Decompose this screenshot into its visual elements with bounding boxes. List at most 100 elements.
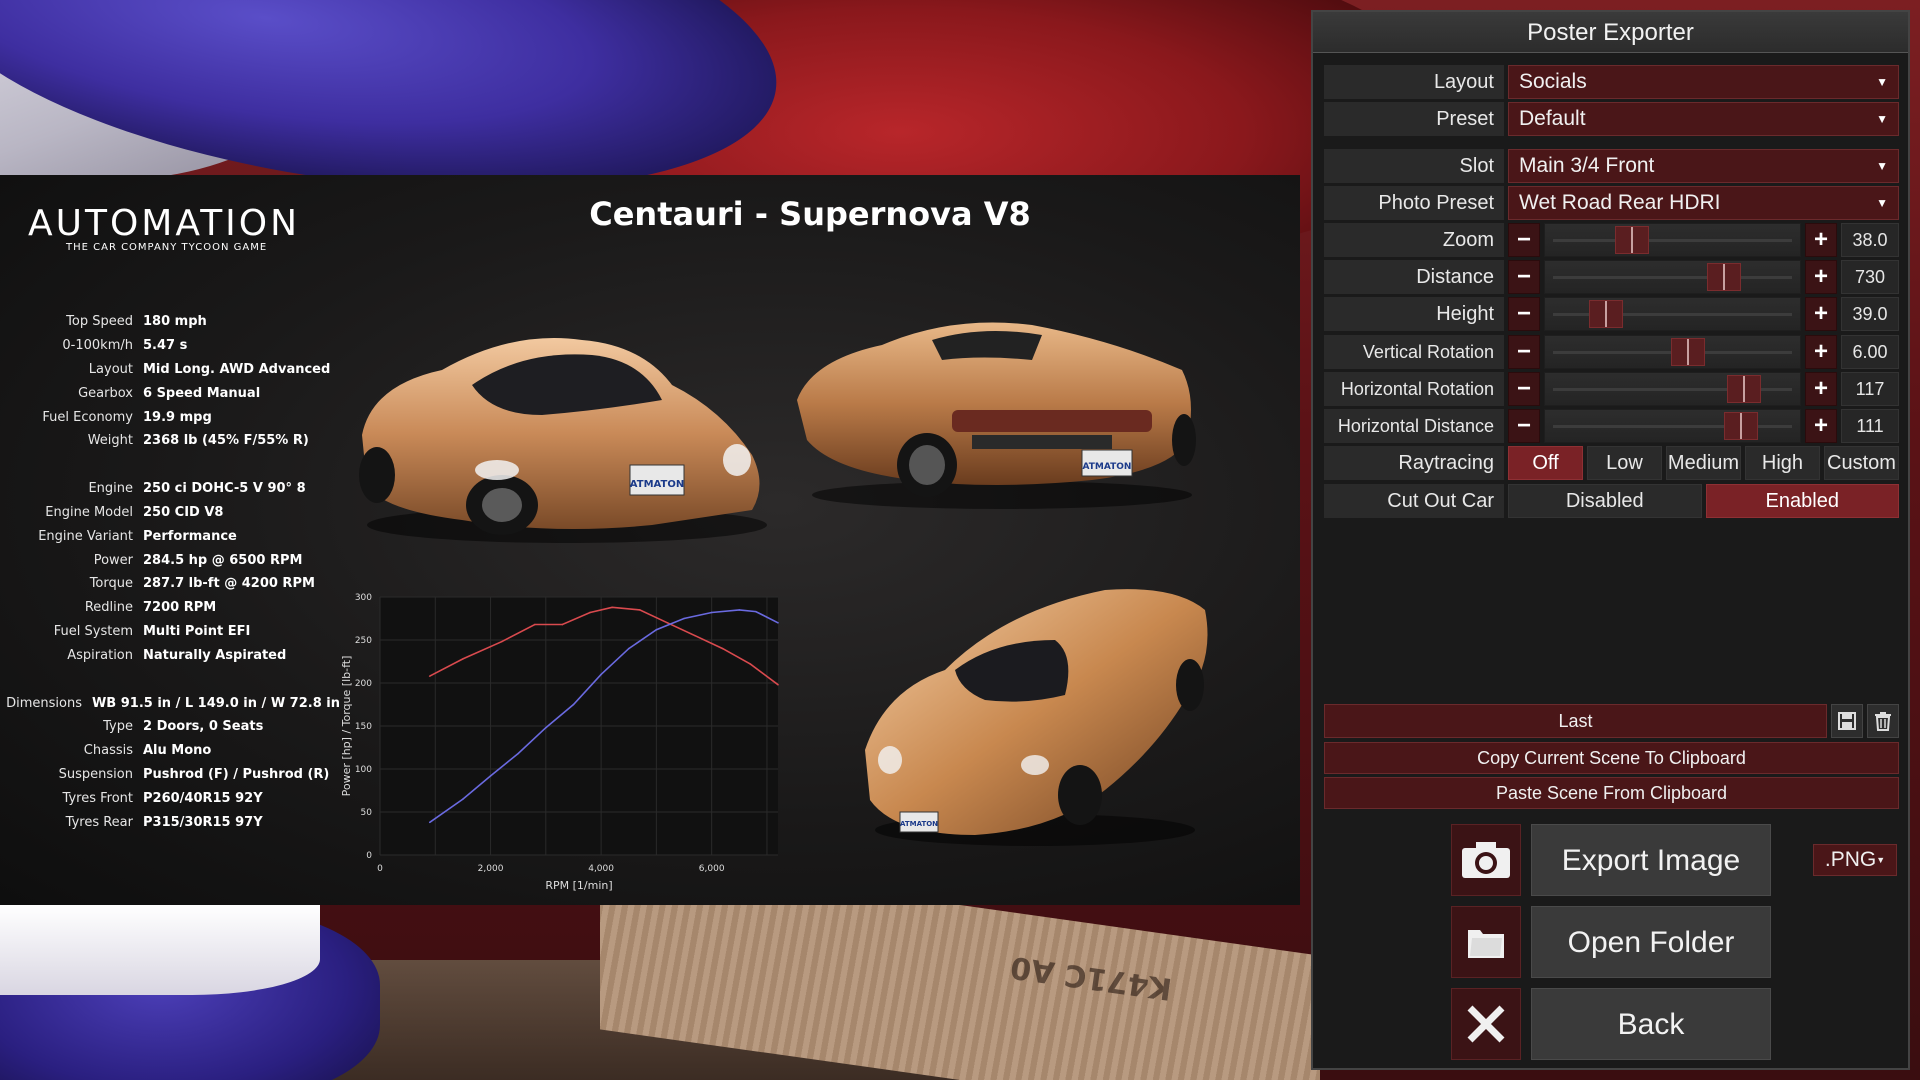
spec-value: Pushrod (F) / Pushrod (R) <box>143 766 330 782</box>
spec-value: Performance <box>143 528 237 544</box>
copy-scene-button[interactable]: Copy Current Scene To Clipboard <box>1324 742 1899 774</box>
preset-dropdown[interactable]: Default ▼ <box>1508 102 1899 136</box>
horizontal-rotation-increase-button[interactable]: + <box>1805 371 1837 406</box>
chart-point <box>462 798 464 800</box>
raytracing-row: Raytracing Off Low Medium High Custom <box>1324 446 1899 480</box>
chevron-down-icon: ▼ <box>1876 159 1888 173</box>
close-button[interactable] <box>1451 988 1521 1060</box>
slider-thumb[interactable] <box>1614 226 1649 254</box>
spec-row: Dimensions WB 91.5 in / L 149.0 in / W 72… <box>0 691 340 715</box>
cut-out-car-option-disabled[interactable]: Disabled <box>1508 484 1702 518</box>
spec-row: Suspension Pushrod (F) / Pushrod (R) <box>0 763 340 787</box>
slider-thumb[interactable] <box>1670 337 1705 366</box>
slider-thumb[interactable] <box>1589 300 1624 329</box>
last-scene-button[interactable]: Last <box>1324 704 1827 738</box>
export-image-button[interactable]: Export Image <box>1531 824 1771 896</box>
height-increase-button[interactable]: + <box>1805 297 1837 332</box>
paste-scene-button[interactable]: Paste Scene From Clipboard <box>1324 777 1899 809</box>
save-scene-button[interactable] <box>1831 704 1863 738</box>
spec-label: 0-100km/h <box>62 338 133 354</box>
chart-y-tick-label: 150 <box>355 722 372 732</box>
horizontal-rotation-decrease-button[interactable]: − <box>1508 371 1540 406</box>
horizontal-distance-increase-button[interactable]: + <box>1805 409 1837 443</box>
camera-icon <box>1462 842 1510 878</box>
raytracing-option-medium[interactable]: Medium <box>1666 446 1741 480</box>
chart-point <box>428 675 431 677</box>
chart-y-tick-label: 100 <box>355 765 372 775</box>
vertical-rotation-increase-button[interactable]: + <box>1805 334 1837 369</box>
chart-point <box>683 617 685 620</box>
spec-value: 287.7 lb-ft @ 4200 RPM <box>143 576 315 592</box>
horizontal-distance-decrease-button[interactable]: − <box>1508 409 1540 443</box>
photo-preset-dropdown[interactable]: Wet Road Rear HDRI ▼ <box>1508 186 1899 220</box>
raytracing-option-high[interactable]: High <box>1745 446 1820 480</box>
distance-increase-button[interactable]: + <box>1805 260 1837 295</box>
chart-point <box>517 752 519 755</box>
chevron-down-icon: ▼ <box>1876 112 1888 126</box>
chart-point <box>500 640 503 643</box>
slider-thumb[interactable] <box>1706 263 1741 292</box>
spec-label: Torque <box>89 576 133 592</box>
zoom-slider[interactable] <box>1544 223 1801 257</box>
car-render-top: ATMATON <box>855 580 1215 850</box>
slot-dropdown[interactable]: Main 3/4 Front ▼ <box>1508 149 1899 183</box>
distance-decrease-button[interactable]: − <box>1508 260 1540 295</box>
layout-dropdown[interactable]: Socials ▼ <box>1508 65 1899 99</box>
vertical-rotation-value-field[interactable]: 6.00 <box>1841 334 1899 369</box>
chart-x-tick-label: 2,000 <box>478 864 504 874</box>
spec-row: Engine Variant Performance <box>0 524 340 548</box>
spec-row: Torque 287.7 lb-ft @ 4200 RPM <box>0 572 340 596</box>
photo-preset-value: Wet Road Rear HDRI <box>1519 191 1721 214</box>
vertical-rotation-decrease-button[interactable]: − <box>1508 334 1540 369</box>
open-folder-button[interactable]: Open Folder <box>1531 906 1771 978</box>
spec-value: 2368 lb (45% F/55% R) <box>143 433 309 449</box>
spec-row: Weight 2368 lb (45% F/55% R) <box>0 429 340 453</box>
chart-point <box>694 634 696 637</box>
chart-point <box>428 821 431 824</box>
slider-thumb[interactable] <box>1726 374 1761 403</box>
chart-point <box>749 663 752 665</box>
raytracing-option-off[interactable]: Off <box>1508 446 1583 480</box>
delete-scene-button[interactable] <box>1867 704 1899 738</box>
folder-button[interactable] <box>1451 906 1521 978</box>
horizontal-distance-row: Horizontal Distance − +111 <box>1324 409 1899 443</box>
spec-value: 7200 RPM <box>143 600 217 616</box>
horizontal-distance-slider[interactable] <box>1544 409 1801 443</box>
spec-value: Multi Point EFI <box>143 623 251 639</box>
slider-thumb[interactable] <box>1724 412 1759 440</box>
vertical-rotation-slider[interactable] <box>1544 334 1801 369</box>
camera-button[interactable] <box>1451 824 1521 896</box>
spec-value: P315/30R15 97Y <box>143 814 263 830</box>
raytracing-option-low[interactable]: Low <box>1587 446 1662 480</box>
vertical-rotation-label: Vertical Rotation <box>1324 334 1504 369</box>
raytracing-option-custom[interactable]: Custom <box>1824 446 1899 480</box>
spec-list: Top Speed 180 mph 0-100km/h 5.47 s Layout Mid… <box>0 310 340 834</box>
zoom-value-field[interactable]: 38.0 <box>1841 223 1899 257</box>
spec-row: Type 2 Doors, 0 Seats <box>0 715 340 739</box>
zoom-increase-button[interactable]: + <box>1805 223 1837 257</box>
chart-point <box>627 647 630 650</box>
distance-value-field[interactable]: 730 <box>1841 260 1899 295</box>
chevron-down-icon: ▼ <box>1876 75 1888 89</box>
cut-out-car-option-enabled[interactable]: Enabled <box>1705 484 1899 518</box>
horizontal-rotation-value-field[interactable]: 117 <box>1841 371 1899 406</box>
vertical-rotation-row: Vertical Rotation − +6.00 <box>1324 334 1899 369</box>
spec-label: Gearbox <box>78 385 133 401</box>
chart-point <box>710 611 713 614</box>
horizontal-rotation-slider[interactable] <box>1544 371 1801 406</box>
height-decrease-button[interactable]: − <box>1508 297 1540 332</box>
distance-slider[interactable] <box>1544 260 1801 295</box>
format-dropdown[interactable]: .PNG▼ <box>1813 844 1897 876</box>
zoom-decrease-button[interactable]: − <box>1508 223 1540 257</box>
back-button[interactable]: Back <box>1531 988 1771 1060</box>
horizontal-distance-value-field[interactable]: 111 <box>1841 409 1899 443</box>
chart-x-tick-label: 4,000 <box>588 864 614 874</box>
spec-label: Engine Model <box>45 504 133 520</box>
spec-row: Gearbox 6 Speed Manual <box>0 381 340 405</box>
height-value-field[interactable]: 39.0 <box>1841 297 1899 332</box>
height-slider[interactable] <box>1544 297 1801 332</box>
spec-value: Alu Mono <box>143 743 212 759</box>
raytracing-label: Raytracing <box>1324 446 1504 480</box>
open-folder-row: Open Folder <box>1451 906 1771 978</box>
horizontal-rotation-row: Horizontal Rotation − +117 <box>1324 371 1899 406</box>
